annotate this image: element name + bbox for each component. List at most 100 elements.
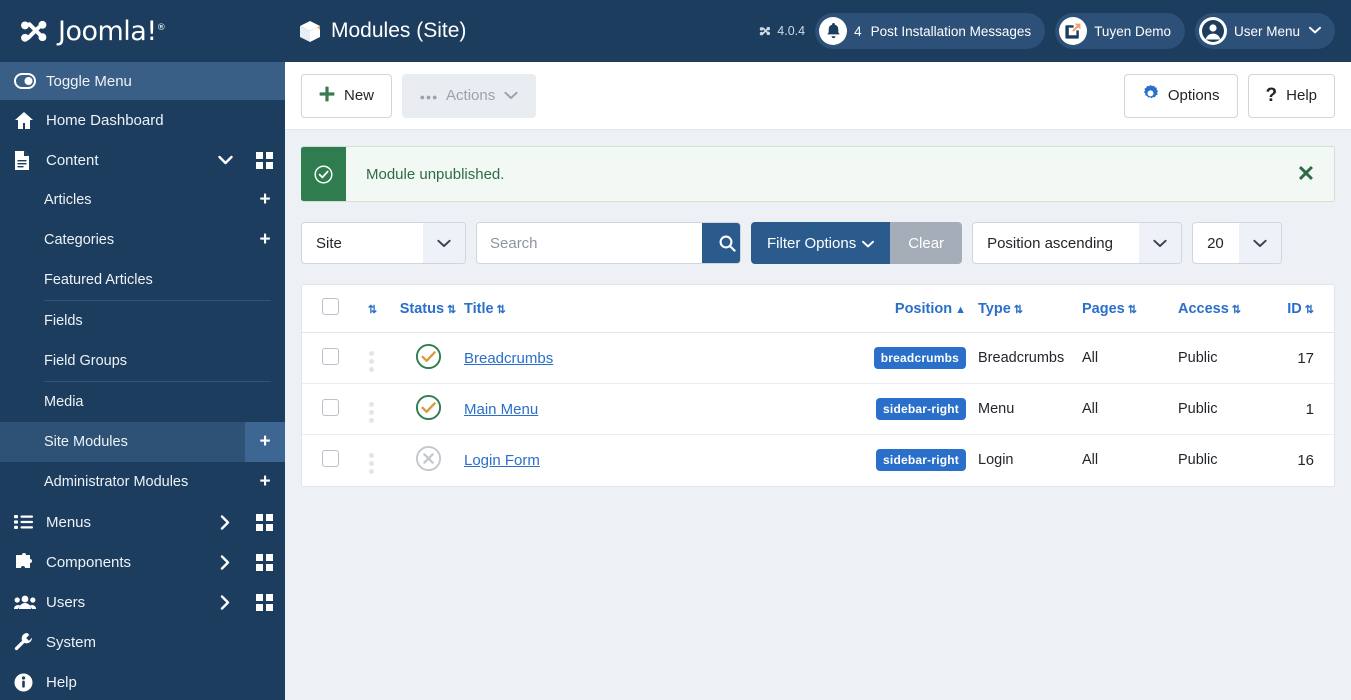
sort-select-value: Position ascending: [987, 234, 1113, 252]
sidebar-item-fields[interactable]: Fields: [0, 301, 285, 341]
sidebar-item-menus[interactable]: Menus: [0, 502, 285, 542]
header-pages[interactable]: Pages ⇅: [1082, 285, 1178, 333]
content-area: Module unpublished. ✕ Site Search Filter…: [285, 130, 1351, 700]
list-limit-select[interactable]: 20: [1192, 222, 1283, 264]
sort-icon: ⇅: [367, 303, 378, 316]
chevron-down-icon: [423, 223, 465, 263]
scope-select-value: Site: [316, 234, 342, 252]
chevron-down-icon: [504, 87, 518, 104]
scope-select[interactable]: Site: [301, 222, 466, 264]
search-button[interactable]: [702, 223, 740, 263]
status-unpublished-icon[interactable]: [415, 445, 442, 472]
sidebar-item-label: Fields: [44, 313, 83, 329]
post-installation-messages-button[interactable]: 4 Post Installation Messages: [815, 13, 1046, 49]
toggle-icon: [14, 73, 40, 89]
sort-select[interactable]: Position ascending: [972, 222, 1183, 264]
sidebar-item-users[interactable]: Users: [0, 582, 285, 622]
version-text: 4.0.4: [777, 24, 806, 38]
sidebar-item-administrator-modules[interactable]: Administrator Modules +: [0, 462, 285, 502]
sidebar-item-content[interactable]: Content: [0, 140, 285, 180]
drag-handle-icon[interactable]: [368, 402, 374, 423]
actions-dropdown-button[interactable]: Actions: [402, 73, 537, 118]
header-position-label: Position: [894, 300, 953, 317]
sidebar-item-label: Categories: [44, 232, 115, 248]
table-row: Main Menu sidebar-right Menu All Public …: [302, 383, 1334, 435]
alert-close-button[interactable]: ✕: [1278, 147, 1334, 201]
visit-site-button[interactable]: Tuyen Demo: [1055, 13, 1185, 49]
header-type[interactable]: Type ⇅: [978, 285, 1082, 333]
chevron-down-icon: [862, 235, 875, 252]
chevron-down-icon[interactable]: [207, 155, 243, 165]
components-dashboard-grid-button[interactable]: [243, 553, 285, 571]
user-menu-button[interactable]: User Menu: [1194, 13, 1335, 49]
table-head: ⇅ Status ⇅ Title ⇅ Position ▲ Type ⇅ Pag…: [302, 285, 1334, 333]
chevron-right-icon[interactable]: [207, 594, 243, 610]
add-administrator-module-button[interactable]: +: [245, 462, 285, 502]
sort-icon: ⇅: [1127, 303, 1137, 316]
row-position-cell: sidebar-right: [818, 383, 978, 435]
row-checkbox[interactable]: [322, 347, 339, 365]
row-id-cell: 16: [1297, 451, 1314, 469]
options-button[interactable]: Options: [1123, 73, 1238, 118]
sidebar-item-media[interactable]: Media: [0, 382, 285, 422]
status-published-icon[interactable]: [415, 394, 442, 421]
header-id-label: ID: [1287, 300, 1302, 317]
search-input[interactable]: [477, 223, 702, 263]
content-dashboard-grid-button[interactable]: [243, 151, 285, 169]
position-badge: breadcrumbs: [873, 347, 966, 369]
add-site-module-button[interactable]: +: [245, 422, 285, 462]
sidebar-item-articles[interactable]: Articles +: [0, 180, 285, 220]
page-title: Modules (Site): [299, 19, 466, 43]
sidebar-item-system[interactable]: System: [0, 622, 285, 662]
sidebar-nav: Toggle Menu Home Dashboard Content Artic…: [0, 62, 285, 700]
header-id[interactable]: ID ⇅: [1278, 285, 1334, 333]
gear-icon: [1142, 85, 1159, 106]
sidebar-item-categories[interactable]: Categories +: [0, 220, 285, 260]
sidebar-item-featured-articles[interactable]: Featured Articles: [0, 260, 285, 300]
sidebar-item-help[interactable]: Help: [0, 662, 285, 700]
drag-handle-icon[interactable]: [368, 351, 374, 372]
actions-button-label: Actions: [446, 87, 496, 104]
header-actions: 4.0.4 4 Post Installation Messages Tuyen…: [758, 13, 1335, 49]
module-title-link[interactable]: Login Form: [464, 452, 540, 469]
sort-icon: ⇅: [1231, 303, 1242, 316]
info-icon: [14, 673, 40, 692]
header-ordering[interactable]: ⇅: [350, 285, 392, 333]
row-checkbox[interactable]: [322, 449, 339, 467]
row-checkbox[interactable]: [322, 398, 339, 416]
joomla-logo[interactable]: Joomla!®: [0, 0, 285, 62]
grid-icon: [255, 151, 273, 169]
add-category-button[interactable]: +: [245, 220, 285, 260]
menus-dashboard-grid-button[interactable]: [243, 513, 285, 531]
clear-filters-button[interactable]: Clear: [890, 222, 963, 264]
messages-count: 4: [854, 23, 862, 39]
header-status[interactable]: Status ⇅: [392, 285, 464, 333]
sidebar-item-toggle-menu[interactable]: Toggle Menu: [0, 62, 285, 100]
sidebar-item-label: Field Groups: [44, 353, 128, 369]
sidebar-item-home-dashboard[interactable]: Home Dashboard: [0, 100, 285, 140]
plus-icon: [319, 86, 335, 106]
filter-options-button[interactable]: Filter Options: [751, 222, 891, 264]
header-access[interactable]: Access ⇅: [1178, 285, 1278, 333]
users-dashboard-grid-button[interactable]: [243, 593, 285, 611]
header-position[interactable]: Position ▲: [818, 285, 978, 333]
sidebar-item-components[interactable]: Components: [0, 542, 285, 582]
joomla-admin-app: Joomla!® Toggle Menu Home Dashboard Cont…: [0, 0, 1351, 700]
filter-options-group: Filter Options Clear: [751, 222, 963, 264]
chevron-right-icon[interactable]: [207, 514, 243, 530]
sidebar-item-field-groups[interactable]: Field Groups: [0, 341, 285, 381]
help-button[interactable]: ? Help: [1247, 73, 1335, 118]
module-title-link[interactable]: Breadcrumbs: [464, 350, 553, 367]
add-article-button[interactable]: +: [245, 180, 285, 220]
module-title-link[interactable]: Main Menu: [464, 401, 538, 418]
select-all-checkbox[interactable]: [322, 298, 339, 315]
drag-handle-icon[interactable]: [368, 453, 374, 475]
header-title[interactable]: Title ⇅: [464, 285, 818, 333]
new-button[interactable]: New: [301, 73, 393, 118]
status-published-icon[interactable]: [415, 343, 442, 370]
row-status-cell: [392, 332, 464, 384]
registered-mark: ®: [156, 22, 166, 33]
help-button-label: Help: [1286, 87, 1317, 104]
sidebar-item-site-modules[interactable]: Site Modules +: [0, 422, 285, 462]
chevron-right-icon[interactable]: [207, 554, 243, 570]
